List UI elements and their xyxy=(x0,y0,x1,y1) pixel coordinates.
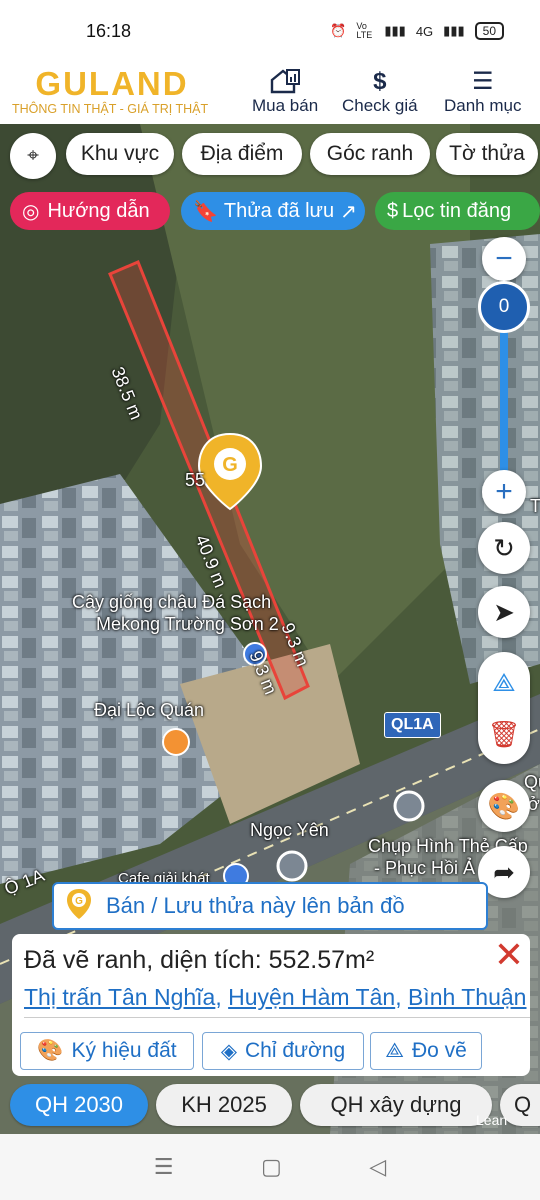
save-parcel-label: Bán / Lưu thửa này lên bản đồ xyxy=(106,893,405,918)
measure-button[interactable]: ⟁ Đo vẽ xyxy=(370,1032,482,1070)
poi-label: Mekong Trường Sơn 2 xyxy=(96,614,279,634)
directions-button[interactable]: ◈ Chỉ đường xyxy=(202,1032,364,1070)
dollar-icon: $ xyxy=(373,68,387,95)
bookmark-icon: 🔖 xyxy=(193,200,218,223)
house-chart-icon xyxy=(269,68,301,96)
tab-qh-2030[interactable]: QH 2030 xyxy=(10,1084,148,1126)
zoom-in-button[interactable]: + xyxy=(482,470,526,514)
arrow-up-right-icon: ↗ xyxy=(340,200,357,223)
svg-text:G: G xyxy=(75,896,83,907)
edge-label: T xyxy=(530,496,540,516)
poi-label: Ngọc Yên xyxy=(250,820,329,840)
draw-tools: ⟁ 🗑 xyxy=(478,652,530,764)
minus-icon: − xyxy=(495,242,513,275)
status-bar: 16:18 ⏰ Vo LTE ▮▮▮ 4G ▮▮▮ 50 xyxy=(0,0,540,62)
map-watermark: Lean xyxy=(476,1112,508,1128)
poi-marker[interactable] xyxy=(276,850,308,882)
compass-draw-icon: ⟁ xyxy=(385,1039,404,1062)
recent-apps-icon[interactable]: ☰ xyxy=(154,1154,174,1180)
tab-kh-2025[interactable]: KH 2025 xyxy=(156,1084,292,1126)
svg-text:G: G xyxy=(222,454,238,476)
palette-icon: 🎨 xyxy=(487,790,521,821)
volte-icon: Vo LTE xyxy=(356,21,373,40)
directions-label: Chỉ đường xyxy=(244,1039,346,1062)
directions-icon: ◈ xyxy=(220,1039,237,1063)
parcel-address: Thị trấn Tân Nghĩa, Huyện Hàm Tân, Bình … xyxy=(24,984,530,1018)
navigate-button[interactable]: ➤ xyxy=(478,586,530,638)
system-nav-bar: ☰ ▢ ◁ xyxy=(0,1134,540,1200)
poi-label: Đại Lộc Quán xyxy=(94,700,205,720)
signal-icon-2: ▮▮▮ xyxy=(443,23,465,38)
address-province-link[interactable]: Bình Thuận xyxy=(408,984,527,1010)
filter-goc-ranh[interactable]: Góc ranh xyxy=(310,133,430,175)
filter-dia-diem[interactable]: Địa điểm xyxy=(182,133,302,175)
plus-icon: + xyxy=(495,475,513,508)
save-parcel-button[interactable]: G Bán / Lưu thửa này lên bản đồ xyxy=(52,882,488,930)
logo-wordmark: GULAND xyxy=(35,65,189,102)
logo[interactable]: GULAND THÔNG TIN THẬT - GIÁ TRỊ THẬT xyxy=(12,65,222,117)
network-label: 4G xyxy=(415,23,434,39)
guide-label: Hướng dẫn xyxy=(47,199,150,222)
palette-icon: 🎨 xyxy=(37,1039,64,1062)
filter-to-thua[interactable]: Tờ thửa xyxy=(436,133,538,175)
nav-check-gia[interactable]: $ Check giá xyxy=(342,68,418,116)
status-icons: ⏰ Vo LTE ▮▮▮ 4G ▮▮▮ 50 xyxy=(330,22,504,40)
crosshair-icon: ⌖ xyxy=(27,144,39,167)
app-header: GULAND THÔNG TIN THẬT - GIÁ TRỊ THẬT Mua… xyxy=(0,62,540,124)
land-symbol-label: Ký hiệu đất xyxy=(71,1039,177,1062)
dollar-icon: $ xyxy=(387,199,399,222)
alarm-icon: ⏰ xyxy=(330,23,347,38)
saved-parcels-button[interactable]: 🔖 Thửa đã lưu ↗ xyxy=(181,192,365,230)
status-time: 16:18 xyxy=(86,20,132,41)
refresh-icon: ↻ xyxy=(493,532,515,563)
edge-label: Quả xyxy=(524,772,540,792)
menu-icon: ☰ xyxy=(471,68,494,95)
refresh-button[interactable]: ↻ xyxy=(478,522,530,574)
poi-label: Cây giống chậu Đá Sạch xyxy=(72,592,272,612)
target-icon: ◎ xyxy=(22,200,40,223)
road-badge: QL1A xyxy=(384,712,441,738)
trash-icon[interactable]: 🗑 xyxy=(487,719,520,750)
measure-label: Đo vẽ xyxy=(411,1039,467,1062)
filter-khu-vuc[interactable]: Khu vực xyxy=(66,133,174,175)
navigation-arrow-icon: ➤ xyxy=(493,596,515,627)
nav-danh-muc[interactable]: ☰ Danh mục xyxy=(444,68,521,116)
filter-listings-button[interactable]: $ Lọc tin đăng xyxy=(375,192,540,230)
land-symbol-button[interactable]: 🎨 Ký hiệu đất xyxy=(20,1032,194,1070)
nav-label: Danh mục xyxy=(444,96,522,115)
nav-mua-ban[interactable]: Mua bán xyxy=(252,68,318,116)
home-icon[interactable]: ▢ xyxy=(261,1154,282,1180)
restaurant-icon[interactable] xyxy=(162,728,190,756)
signal-icon: ▮▮▮ xyxy=(384,23,406,38)
battery-icon: 50 xyxy=(474,22,504,40)
saved-label: Thửa đã lưu xyxy=(223,199,335,222)
zoom-out-button[interactable]: − xyxy=(482,237,526,281)
parcel-info-panel: Đã vẽ ranh, diện tích: 552.57m² ✕ Thị tr… xyxy=(12,934,530,1076)
tab-qh-xay-dung[interactable]: QH xây dựng xyxy=(300,1084,492,1126)
parcel-area-title: Đã vẽ ranh, diện tích: 552.57m² xyxy=(24,946,375,974)
poi-label: - Phục Hồi Ả xyxy=(374,858,476,878)
poi-marker[interactable] xyxy=(393,790,425,822)
address-district-link[interactable]: Huyện Hàm Tân xyxy=(228,984,395,1010)
share-arrow-icon: ➦ xyxy=(493,856,515,887)
compass-draw-icon[interactable]: ⟁ xyxy=(492,667,515,699)
guland-pin-icon: G xyxy=(66,888,92,925)
address-ward-link[interactable]: Thị trấn Tân Nghĩa xyxy=(24,984,215,1010)
close-icon[interactable]: ✕ xyxy=(494,934,524,976)
locate-button[interactable]: ⌖ xyxy=(10,133,56,179)
nav-label: Mua bán xyxy=(252,96,319,115)
filter-label: Lọc tin đăng xyxy=(402,199,512,222)
zoom-level[interactable]: 0 xyxy=(478,281,530,333)
zoom-track[interactable] xyxy=(500,330,508,490)
guide-button[interactable]: ◎ Hướng dẫn xyxy=(10,192,170,230)
area-label: 55 xyxy=(185,470,206,490)
back-icon[interactable]: ◁ xyxy=(369,1154,386,1180)
palette-button[interactable]: 🎨 xyxy=(478,780,530,832)
logo-tagline: THÔNG TIN THẬT - GIÁ TRỊ THẬT xyxy=(12,102,209,116)
nav-label: Check giá xyxy=(342,96,418,115)
